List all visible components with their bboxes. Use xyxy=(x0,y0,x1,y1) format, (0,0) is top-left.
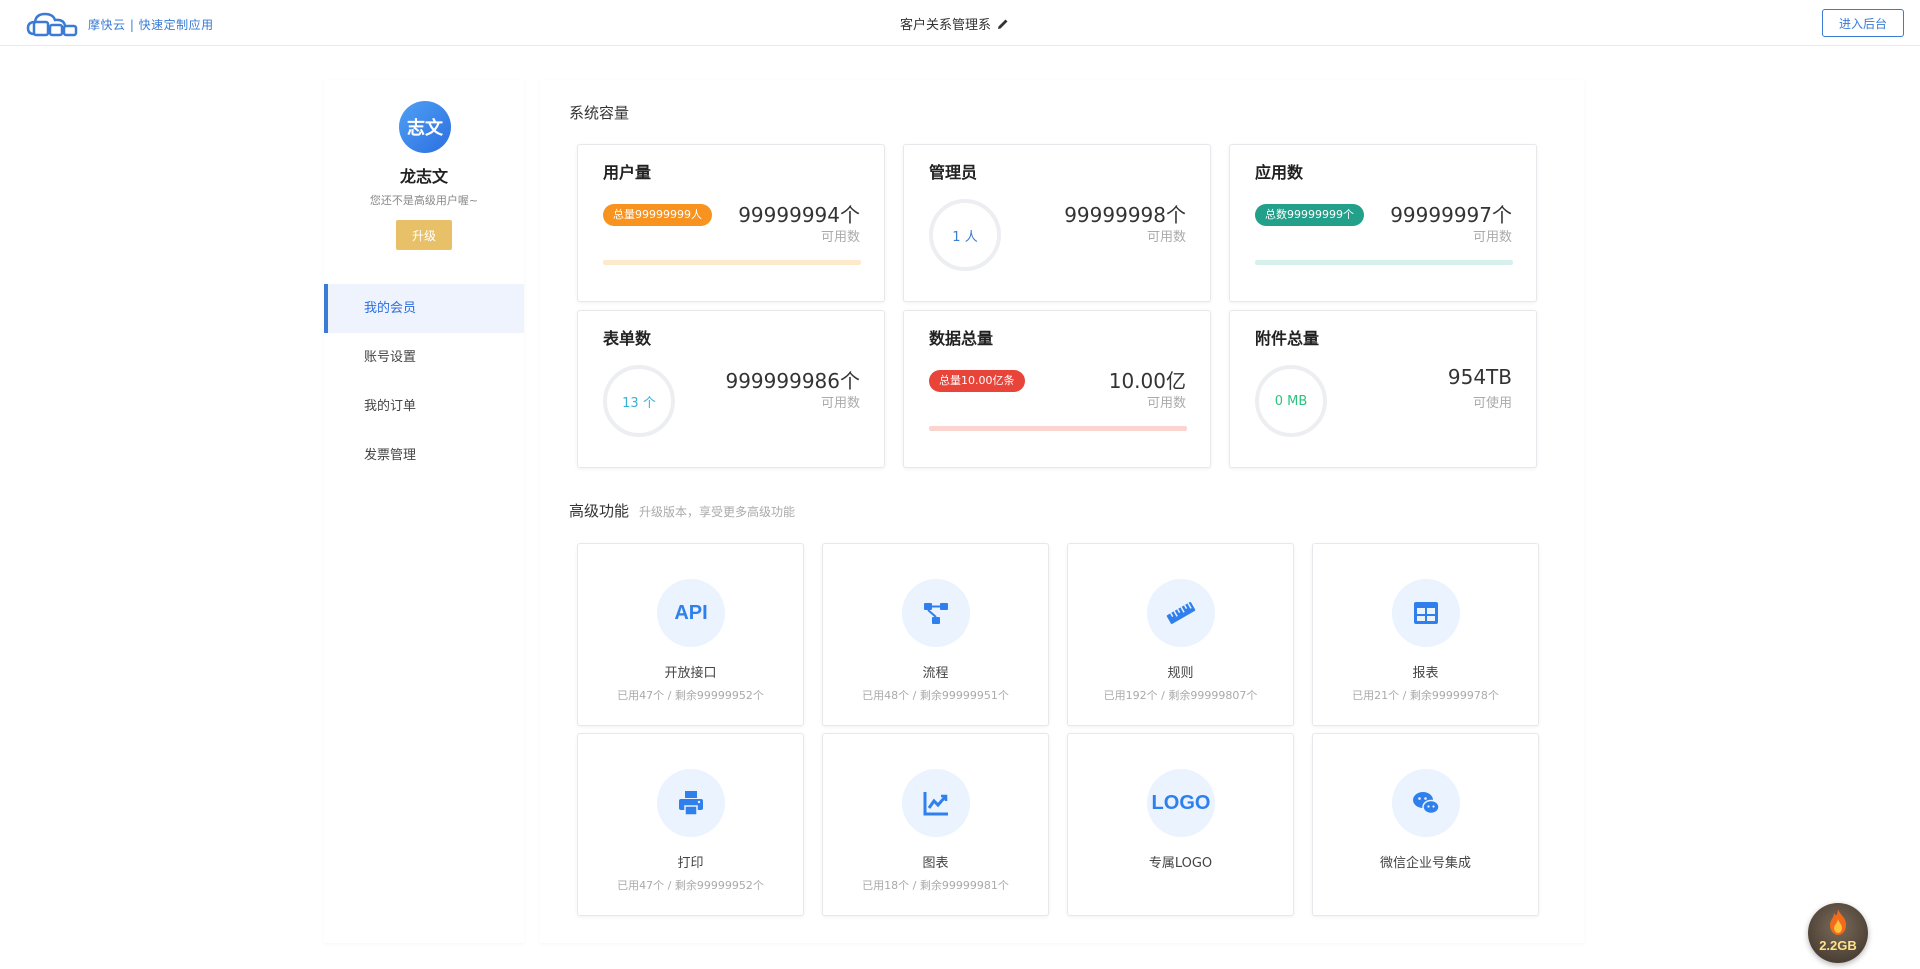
usage-ring: 0 MB xyxy=(1255,365,1327,437)
total-badge: 总量10.00亿条 xyxy=(929,370,1025,392)
usage-progress-bar xyxy=(603,260,861,265)
sidebar-nav: 我的会员 账号设置 我的订单 发票管理 xyxy=(324,284,524,480)
features-subtitle: 升级版本，享受更多高级功能 xyxy=(639,505,796,519)
usage-ring: 13 个 xyxy=(603,365,675,437)
feature-usage: 已用47个 / 剩余99999952个 xyxy=(617,689,764,702)
capacity-card-users: 用户量 总量99999999人 99999994个 可用数 xyxy=(577,144,885,302)
feature-usage: 已用192个 / 剩余99999807个 xyxy=(1103,689,1258,702)
usage-progress-bar xyxy=(1255,260,1513,265)
feature-name: 报表 xyxy=(1412,666,1439,681)
sidebar-item-membership[interactable]: 我的会员 xyxy=(324,284,524,333)
card-label: 表单数 xyxy=(603,329,652,348)
card-value: 999999986个 xyxy=(725,369,860,393)
feature-name: 图表 xyxy=(922,856,949,871)
feature-card-api[interactable]: API 开放接口 已用47个 / 剩余99999952个 xyxy=(577,543,804,726)
profile-sidebar: 志文 龙志文 您还不是高级用户喔~ 升级 我的会员 账号设置 我的订单 发票管理 xyxy=(324,80,524,943)
card-label: 管理员 xyxy=(929,163,978,182)
features-section-title: 高级功能 升级版本，享受更多高级功能 xyxy=(569,500,795,521)
main-panel: 系统容量 用户量 总量99999999人 99999994个 可用数 管理员 1… xyxy=(540,80,1584,943)
card-sub: 可用数 xyxy=(820,230,860,245)
feature-card-reports[interactable]: 报表 已用21个 / 剩余99999978个 xyxy=(1312,543,1539,726)
upgrade-button[interactable]: 升级 xyxy=(396,220,452,250)
logo-icon: LOGO xyxy=(1147,769,1215,837)
api-icon-text: API xyxy=(674,601,708,624)
capacity-card-forms: 表单数 13 个 999999986个 可用数 xyxy=(577,310,885,468)
feature-usage: 已用18个 / 剩余99999981个 xyxy=(862,879,1009,892)
card-value: 10.00亿 xyxy=(1108,369,1186,393)
card-label: 数据总量 xyxy=(929,329,994,348)
wechat-icon xyxy=(1392,769,1460,837)
brand-text[interactable]: 摩快云 | 快速定制应用 xyxy=(88,16,214,33)
feature-usage: 已用48个 / 剩余99999951个 xyxy=(862,689,1009,702)
avatar: 志文 xyxy=(399,101,451,153)
usage-ring: 1 人 xyxy=(929,199,1001,271)
sidebar-item-account-settings[interactable]: 账号设置 xyxy=(324,333,524,382)
feature-card-workflow[interactable]: 流程 已用48个 / 剩余99999951个 xyxy=(822,543,1049,726)
workflow-icon xyxy=(902,579,970,647)
feature-card-logo[interactable]: LOGO 专属LOGO xyxy=(1067,733,1294,916)
sidebar-item-orders[interactable]: 我的订单 xyxy=(324,382,524,431)
feature-usage: 已用47个 / 剩余99999952个 xyxy=(617,879,764,892)
cloud-logo-icon[interactable] xyxy=(26,8,78,38)
capacity-card-data: 数据总量 总量10.00亿条 10.00亿 可用数 xyxy=(903,310,1211,468)
feature-card-wechat[interactable]: 微信企业号集成 xyxy=(1312,733,1539,916)
app-title[interactable]: 客户关系管理系 xyxy=(900,14,1009,33)
capacity-card-attachments: 附件总量 0 MB 954TB 可使用 xyxy=(1229,310,1537,468)
table-icon xyxy=(1392,579,1460,647)
feature-card-charts[interactable]: 图表 已用18个 / 剩余99999981个 xyxy=(822,733,1049,916)
sidebar-item-invoices[interactable]: 发票管理 xyxy=(324,431,524,480)
flame-icon xyxy=(1830,909,1846,935)
user-hint: 您还不是高级用户喔~ xyxy=(369,194,479,207)
feature-name: 流程 xyxy=(922,666,949,681)
storage-label: 2.2GB xyxy=(1819,938,1857,953)
feature-card-rules[interactable]: 规则 已用192个 / 剩余99999807个 xyxy=(1067,543,1294,726)
app-title-text: 客户关系管理系 xyxy=(900,18,992,33)
capacity-section-title: 系统容量 xyxy=(569,104,630,122)
printer-icon xyxy=(657,769,725,837)
feature-usage: 已用21个 / 剩余99999978个 xyxy=(1352,689,1499,702)
card-sub: 可使用 xyxy=(1472,396,1512,411)
username: 龙志文 xyxy=(399,167,448,186)
capacity-card-admins: 管理员 1 人 99999998个 可用数 xyxy=(903,144,1211,302)
usage-progress-bar xyxy=(929,426,1187,431)
floating-storage-badge[interactable]: 2.2GB xyxy=(1808,903,1868,963)
card-value: 99999994个 xyxy=(738,203,860,227)
card-label: 应用数 xyxy=(1255,163,1304,182)
capacity-card-apps: 应用数 总数99999999个 99999997个 可用数 xyxy=(1229,144,1537,302)
card-sub: 可用数 xyxy=(1472,230,1512,245)
enter-admin-button[interactable]: 进入后台 xyxy=(1822,9,1904,37)
feature-name: 开放接口 xyxy=(664,666,717,681)
card-label: 用户量 xyxy=(603,163,652,182)
feature-name: 专属LOGO xyxy=(1148,856,1213,871)
feature-card-print[interactable]: 打印 已用47个 / 剩余99999952个 xyxy=(577,733,804,916)
feature-name: 打印 xyxy=(677,856,704,871)
card-label: 附件总量 xyxy=(1255,329,1320,348)
total-badge: 总量99999999人 xyxy=(603,204,712,226)
feature-name: 微信企业号集成 xyxy=(1379,856,1471,871)
top-header: 摩快云 | 快速定制应用 客户关系管理系 进入后台 xyxy=(0,0,1920,46)
card-value: 954TB xyxy=(1447,365,1512,389)
card-value: 99999998个 xyxy=(1064,203,1186,227)
card-sub: 可用数 xyxy=(820,396,860,411)
ruler-icon xyxy=(1147,579,1215,647)
total-badge: 总数99999999个 xyxy=(1255,204,1364,226)
card-sub: 可用数 xyxy=(1146,230,1186,245)
card-sub: 可用数 xyxy=(1146,396,1186,411)
logo-icon-text: LOGO xyxy=(1151,791,1211,814)
edit-pencil-icon[interactable] xyxy=(997,18,1009,30)
feature-name: 规则 xyxy=(1167,666,1194,681)
card-value: 99999997个 xyxy=(1390,203,1512,227)
chart-icon xyxy=(902,769,970,837)
api-icon: API xyxy=(657,579,725,647)
features-title-text: 高级功能 xyxy=(569,502,630,520)
